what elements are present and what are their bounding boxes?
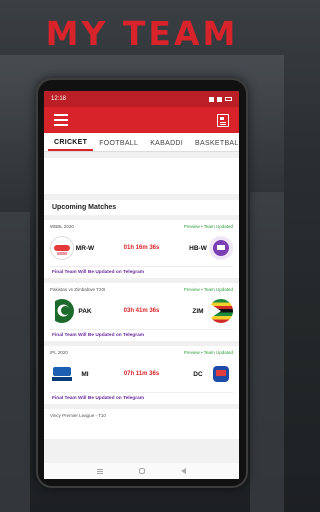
match-league: Vincy Premier League - T10 [50,413,106,418]
telegram-link[interactable]: Final Team Will Be Updated on Telegram [50,392,233,401]
match-countdown: 01h 16m 36s [123,245,160,251]
team1-name: MR-W [75,244,95,252]
menu-icon[interactable] [54,114,68,126]
banner-area [44,158,239,194]
zimbabwe-flag [209,299,233,323]
match-status: Preview • Team Updated [183,287,233,292]
notification-icon [209,96,214,102]
delhi-capitals-logo [209,362,233,386]
sport-tabs: CRICKET FOOTBALL KABADDI BASKETBALL [44,133,239,152]
match-league: IPL 2020 [50,350,68,355]
tab-basketball[interactable]: BASKETBALL [189,140,239,151]
team2-name: HB-W [189,244,207,252]
telegram-link[interactable]: Final Team Will Be Updated on Telegram [50,266,233,275]
match-card[interactable]: IPL 2020 Preview • Team Updated MI 07h 1… [44,346,239,404]
melbourne-renegades-logo [50,236,74,260]
news-icon[interactable] [217,113,229,127]
match-status: Preview • Team Updated [183,224,233,229]
status-bar: 12:18 [44,91,239,107]
android-nav-bar [44,463,239,479]
tab-kabaddi[interactable]: KABADDI [144,140,189,151]
team1-name: PAK [78,307,92,315]
app-toolbar [44,107,239,133]
home-icon[interactable] [139,468,145,474]
hobart-hurricanes-logo [209,236,233,260]
battery-icon [225,97,232,101]
telegram-link[interactable]: Final Team Will Be Updated on Telegram [50,329,233,338]
pakistan-flag [50,299,74,323]
match-card[interactable]: Pakistan vs Zimbabwe T20I Preview • Team… [44,283,239,341]
promo-title: MY TEAM [45,14,239,53]
tab-cricket[interactable]: CRICKET [48,139,94,151]
tab-football[interactable]: FOOTBALL [93,140,144,151]
match-countdown: 03h 41m 36s [123,308,160,314]
match-card[interactable]: Vincy Premier League - T10 [44,409,239,439]
mumbai-indians-logo [50,362,74,386]
match-countdown: 07h 11m 36s [123,371,160,377]
team2-name: DC [193,370,203,378]
match-status: Preview • Team Updated [183,350,233,355]
team1-name: MI [81,370,89,378]
section-title: Upcoming Matches [44,200,239,215]
back-icon[interactable] [181,468,186,474]
app-screen: 12:18 CRICKET FOOTBALL KABADDI BASKETBAL… [44,91,239,479]
match-league: Pakistan vs Zimbabwe T20I [50,287,106,292]
status-time: 12:18 [51,96,67,102]
status-icons [209,96,232,102]
recents-icon[interactable] [97,470,103,472]
team2-name: ZIM [192,307,204,315]
signal-icon [217,96,222,102]
match-card[interactable]: WBBL 2020 Preview • Team Updated MR-W 01… [44,220,239,278]
match-league: WBBL 2020 [50,224,74,229]
